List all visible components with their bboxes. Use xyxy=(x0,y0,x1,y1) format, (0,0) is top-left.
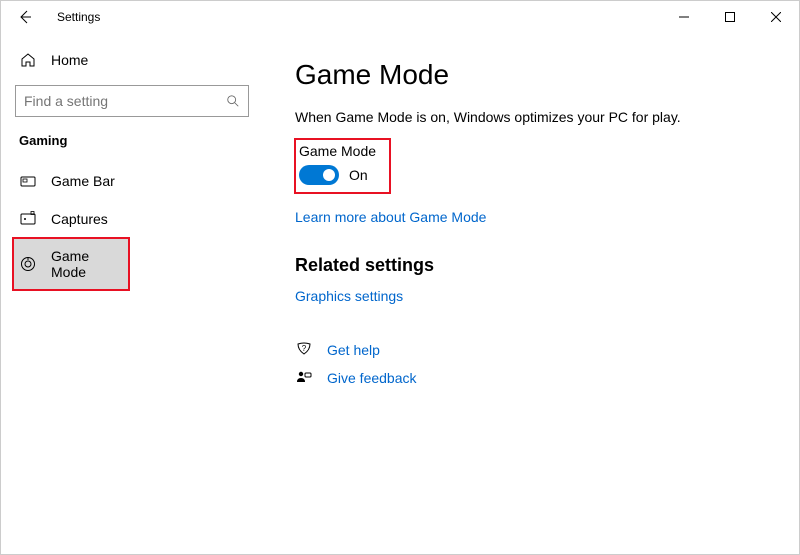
sidebar-home-label: Home xyxy=(51,52,88,68)
maximize-button[interactable] xyxy=(707,1,753,33)
sidebar-item-label: Game Bar xyxy=(51,173,115,189)
graphics-settings-link[interactable]: Graphics settings xyxy=(295,288,403,304)
game-mode-toggle-block: Game Mode On xyxy=(295,139,390,193)
get-help-row[interactable]: ? Get help xyxy=(295,342,769,358)
game-mode-icon xyxy=(19,255,37,273)
sidebar-item-game-mode[interactable]: Game Mode xyxy=(13,238,129,290)
close-button[interactable] xyxy=(753,1,799,33)
home-icon xyxy=(19,51,37,69)
related-settings-header: Related settings xyxy=(295,255,769,276)
sidebar-item-captures[interactable]: Captures xyxy=(13,200,253,238)
toggle-knob xyxy=(323,169,335,181)
search-box[interactable] xyxy=(15,85,249,117)
sidebar: Home Gaming Game Bar Captures Game xyxy=(1,33,271,554)
window-controls xyxy=(661,1,799,33)
sidebar-home[interactable]: Home xyxy=(15,45,271,75)
toggle-label: Game Mode xyxy=(299,143,376,159)
toggle-state: On xyxy=(349,167,368,183)
get-help-icon: ? xyxy=(295,342,313,358)
game-bar-icon xyxy=(19,172,37,190)
back-button[interactable] xyxy=(9,1,41,33)
get-help-link[interactable]: Get help xyxy=(327,342,380,358)
titlebar: Settings xyxy=(1,1,799,33)
content-area: Game Mode When Game Mode is on, Windows … xyxy=(271,33,799,554)
search-icon xyxy=(226,94,240,108)
minimize-button[interactable] xyxy=(661,1,707,33)
window-title: Settings xyxy=(57,10,100,24)
give-feedback-link[interactable]: Give feedback xyxy=(327,370,417,386)
sidebar-item-label: Game Mode xyxy=(51,248,123,280)
page-description: When Game Mode is on, Windows optimizes … xyxy=(295,109,769,125)
sidebar-category: Gaming xyxy=(19,133,271,148)
feedback-icon xyxy=(295,370,313,386)
learn-more-link[interactable]: Learn more about Game Mode xyxy=(295,209,486,225)
svg-text:?: ? xyxy=(302,344,307,353)
sidebar-item-game-bar[interactable]: Game Bar xyxy=(13,162,253,200)
game-mode-toggle[interactable] xyxy=(299,165,339,185)
search-input[interactable] xyxy=(24,93,226,109)
page-title: Game Mode xyxy=(295,59,769,91)
give-feedback-row[interactable]: Give feedback xyxy=(295,370,769,386)
sidebar-item-label: Captures xyxy=(51,211,108,227)
captures-icon xyxy=(19,210,37,228)
